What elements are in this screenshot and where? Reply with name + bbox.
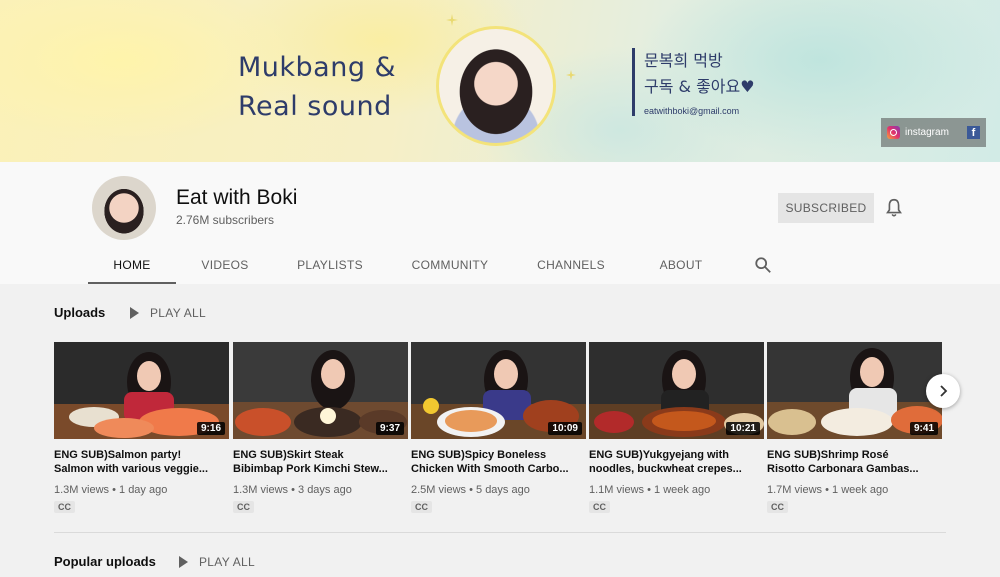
meta-separator: • (825, 484, 829, 496)
channel-header: Eat with Boki 2.76M subscribers SUBSCRIB… (0, 162, 1000, 284)
uploads-play-all-button[interactable]: PLAY ALL (130, 306, 206, 320)
video-title-line2: noodles, buckwheat crepes... (589, 463, 742, 475)
cc-badge: CC (767, 501, 788, 513)
meta-separator: • (112, 484, 116, 496)
video-meta: 1.7M views • 1 week ago (767, 484, 942, 496)
banner-korean-text: 문복희 먹방 구독 & 좋아요♥ (644, 48, 764, 100)
video-duration: 9:41 (909, 422, 938, 435)
video-meta: 1.3M views • 3 days ago (233, 484, 408, 496)
uploads-title: Uploads (54, 305, 106, 320)
video-meta: 2.5M views • 5 days ago (411, 484, 586, 496)
video-title-line1: ENG SUB)Shrimp Rosé (767, 449, 889, 461)
video-title-line2: Bibimbap Pork Kimchi Stew... (233, 463, 388, 475)
channel-name: Eat with Boki (176, 186, 298, 209)
meta-separator: • (647, 484, 651, 496)
channel-avatar[interactable] (92, 176, 156, 240)
video-card[interactable]: 9:41 ENG SUB)Shrimp Rosé Risotto Carbona… (767, 342, 942, 515)
video-age: 5 days ago (476, 484, 530, 496)
video-card[interactable]: 9:37 ENG SUB)Skirt Steak Bibimbap Pork K… (233, 342, 408, 515)
video-title-line2: Chicken With Smooth Carbo... (411, 463, 569, 475)
video-age: 1 day ago (119, 484, 168, 496)
play-icon (130, 307, 139, 319)
video-title-line2: Risotto Carbonara Gambas... (767, 463, 919, 475)
banner-korean-line1: 문복희 먹방 (644, 51, 723, 70)
cc-badge: CC (411, 501, 432, 513)
video-title[interactable]: ENG SUB)Spicy Boneless Chicken With Smoo… (411, 448, 586, 476)
video-age: 1 week ago (654, 484, 711, 496)
tab-community[interactable]: COMMUNITY (386, 248, 514, 284)
video-thumbnail[interactable]: 9:16 (54, 342, 229, 439)
video-meta: 1.3M views • 1 day ago (54, 484, 229, 496)
video-thumbnail[interactable]: 9:41 (767, 342, 942, 439)
video-views: 1.1M views (589, 484, 645, 496)
banner-title-line2: Real sound (238, 91, 392, 122)
tab-channels[interactable]: CHANNELS (514, 248, 628, 284)
video-duration: 9:16 (196, 422, 225, 435)
subscriber-count: 2.76M subscribers (176, 213, 275, 227)
tab-home[interactable]: HOME (88, 248, 176, 284)
tab-playlists[interactable]: PLAYLISTS (274, 248, 386, 284)
video-title-line2: Salmon with various veggie... (54, 463, 209, 475)
bell-icon[interactable] (883, 197, 905, 219)
video-title-line1: ENG SUB)Skirt Steak (233, 449, 344, 461)
video-age: 3 days ago (298, 484, 352, 496)
banner-photo (436, 26, 556, 146)
video-views: 1.3M views (233, 484, 289, 496)
play-all-label: PLAY ALL (150, 306, 207, 320)
video-age: 1 week ago (832, 484, 889, 496)
sparkle-icon (566, 70, 576, 80)
sparkle-icon (446, 14, 458, 26)
video-title-line1: ENG SUB)Spicy Boneless (411, 449, 547, 461)
video-title-line1: ENG SUB)Salmon party! (54, 449, 182, 461)
video-card[interactable]: 9:16 ENG SUB)Salmon party! Salmon with v… (54, 342, 229, 515)
video-duration: 9:37 (375, 422, 404, 435)
popular-play-all-button[interactable]: PLAY ALL (179, 555, 255, 569)
video-thumbnail[interactable]: 9:37 (233, 342, 408, 439)
video-thumbnail[interactable]: 10:09 (411, 342, 586, 439)
video-title[interactable]: ENG SUB)Yukgyejang with noodles, buckwhe… (589, 448, 764, 476)
banner-title: Mukbang & Real sound (238, 48, 398, 126)
video-meta: 1.1M views • 1 week ago (589, 484, 764, 496)
play-all-label: PLAY ALL (199, 555, 256, 569)
banner-email: eatwithboki@gmail.com (644, 106, 740, 116)
banner-divider (632, 48, 635, 116)
cc-badge: CC (233, 501, 254, 513)
meta-separator: • (291, 484, 295, 496)
facebook-icon[interactable]: f (967, 126, 980, 139)
banner-korean-line2: 구독 & 좋아요♥ (644, 77, 755, 96)
shelf-divider (54, 532, 946, 533)
instagram-icon[interactable] (887, 126, 900, 139)
popular-uploads-title: Popular uploads (54, 554, 156, 569)
subscribed-button[interactable]: SUBSCRIBED (778, 193, 874, 223)
video-views: 2.5M views (411, 484, 467, 496)
social-links: instagram f (881, 118, 986, 147)
channel-banner: Mukbang & Real sound 문복희 먹방 구독 & 좋아요♥ ea… (0, 0, 1000, 162)
channel-tabs: HOME VIDEOS PLAYLISTS COMMUNITY CHANNELS… (88, 248, 734, 284)
video-title[interactable]: ENG SUB)Salmon party! Salmon with variou… (54, 448, 229, 476)
video-card[interactable]: 10:09 ENG SUB)Spicy Boneless Chicken Wit… (411, 342, 586, 515)
chevron-right-icon (940, 385, 948, 397)
video-title[interactable]: ENG SUB)Shrimp Rosé Risotto Carbonara Ga… (767, 448, 942, 476)
video-title[interactable]: ENG SUB)Skirt Steak Bibimbap Pork Kimchi… (233, 448, 408, 476)
banner-title-line1: Mukbang & (238, 52, 397, 83)
video-duration: 10:09 (548, 422, 582, 435)
play-icon (179, 556, 188, 568)
video-thumbnail[interactable]: 10:21 (589, 342, 764, 439)
tab-about[interactable]: ABOUT (628, 248, 734, 284)
instagram-link[interactable]: instagram (905, 127, 967, 138)
video-views: 1.7M views (767, 484, 823, 496)
video-title-line1: ENG SUB)Yukgyejang with (589, 449, 729, 461)
cc-badge: CC (589, 501, 610, 513)
tab-videos[interactable]: VIDEOS (176, 248, 274, 284)
video-duration: 10:21 (726, 422, 760, 435)
search-icon[interactable] (754, 256, 772, 274)
shelf-next-button[interactable] (926, 374, 960, 408)
video-card[interactable]: 10:21 ENG SUB)Yukgyejang with noodles, b… (589, 342, 764, 515)
video-views: 1.3M views (54, 484, 110, 496)
cc-badge: CC (54, 501, 75, 513)
meta-separator: • (469, 484, 473, 496)
